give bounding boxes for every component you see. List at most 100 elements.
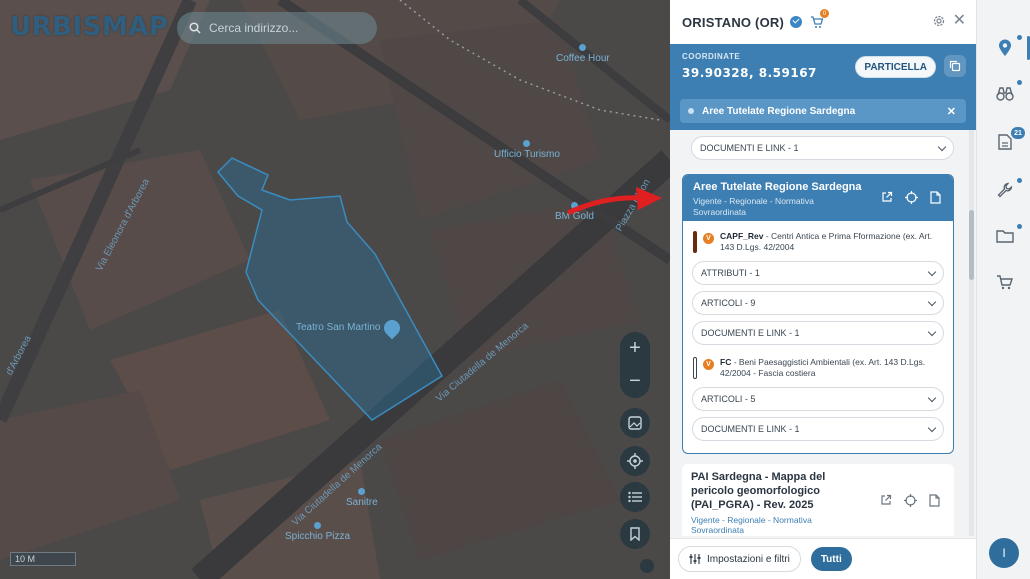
poi-label: Ufficio Turismo [494,149,560,160]
notification-dot [1017,80,1022,85]
external-link-icon[interactable] [880,494,892,506]
dropdown-label: DOCUMENTI E LINK - 1 [700,143,799,153]
basemap-button[interactable] [620,408,650,438]
poi-label: Spicchio Pizza [285,531,351,542]
panel-header: ORISTANO (OR) 0 ✕ [670,0,976,44]
crosshair-icon [627,453,643,469]
poi-marker-icon [579,44,587,51]
map-canvas[interactable]: URBISMAP Coffee Hour Ufficio Turismo BM … [0,0,670,579]
dropdown-documenti-link[interactable]: DOCUMENTI E LINK - 1 [692,321,944,345]
folder-button[interactable] [995,226,1015,246]
scrollbar-thumb[interactable] [969,210,974,280]
poi-label: Teatro San Martino [296,322,381,333]
copy-icon [949,60,961,72]
vigente-badge: V [703,233,714,244]
zoom-in-button[interactable]: + [620,332,650,365]
particella-button[interactable]: PARTICELLA [855,56,936,78]
tools-button[interactable] [995,180,1015,200]
dropdown-label: ATTRIBUTI - 1 [701,268,760,278]
copy-coordinates-button[interactable] [944,55,966,77]
poi-marker-icon [314,522,322,529]
panel-title: ORISTANO (OR) [682,14,785,30]
poi-teatro-san-martino[interactable]: Teatro San Martino [296,320,381,333]
external-link-icon[interactable] [881,191,893,203]
results-list[interactable]: DOCUMENTI E LINK - 1 Aree Tutelate Regio… [670,130,976,536]
tutti-button[interactable]: Tutti [810,547,852,571]
filter-chip[interactable]: Aree Tutelate Regione Sardegna ✕ [680,99,966,123]
info-panel: ORISTANO (OR) 0 ✕ COORDINATE 39.90328, 8… [670,0,976,579]
notification-dot [1017,178,1022,183]
scale-bar: 10 M [10,552,76,566]
user-avatar[interactable]: I [989,538,1019,568]
binoculars-button[interactable] [995,84,1015,104]
poi-label: Coffee Hour [556,53,610,64]
cart-button[interactable]: 0 [810,9,830,29]
zoom-out-button[interactable]: − [620,365,650,398]
dropdown-documenti-link[interactable]: DOCUMENTI E LINK - 1 [691,136,954,160]
document-icon[interactable] [929,494,940,507]
list-icon [628,491,642,503]
dropdown-label: ARTICOLI - 5 [701,394,756,404]
dropdown-documenti-link[interactable]: DOCUMENTI E LINK - 1 [692,417,944,441]
gear-icon[interactable] [932,14,946,28]
remove-filter-icon[interactable]: ✕ [947,105,956,118]
chevron-down-icon [937,142,947,151]
layer-description: FC - Beni Paesaggistici Ambientali (ex. … [720,357,940,379]
red-arrow-annotation [567,187,662,215]
notification-dot [1017,224,1022,229]
map-pin-button[interactable] [995,38,1015,58]
document-icon [998,134,1012,150]
chevron-down-icon [927,393,937,402]
search-icon [189,22,201,34]
layer-description: CAPF_Rev - Centri Antica e Prima Fformaz… [720,231,940,253]
bookmark-button[interactable] [620,519,650,549]
filter-chip-label: Aree Tutelate Regione Sardegna [702,105,856,117]
crosshair-icon[interactable] [905,191,918,204]
layer-card-header: Aree Tutelate Regione Sardegna Vigente -… [683,175,953,221]
map-settings-icon[interactable] [640,559,654,573]
cart-icon [997,275,1013,290]
chevron-down-icon [927,423,937,432]
dropdown-label: ARTICOLI - 9 [701,298,756,308]
map-pin-icon [999,39,1011,56]
layer-card-title: PAI Sardegna - Mappa del pericolo geomor… [691,471,826,511]
search-bar[interactable] [177,12,377,44]
dropdown-articoli[interactable]: ARTICOLI - 5 [692,387,944,411]
poi-label: Sanitre [346,497,378,508]
wrench-icon [997,182,1013,198]
close-icon[interactable]: ✕ [953,13,966,29]
layers-list-button[interactable] [620,482,650,512]
dropdown-label: DOCUMENTI E LINK - 1 [701,328,800,338]
coordinates-bar: COORDINATE 39.90328, 8.59167 PARTICELLA [670,44,976,94]
layer-code: FC [720,357,732,367]
chevron-down-icon [927,297,937,306]
chevron-down-icon [927,327,937,336]
verified-icon [790,16,803,28]
filter-dot-icon [688,108,694,114]
layer-color-swatch [693,357,697,379]
settings-filters-label: Impostazioni e filtri [707,553,790,565]
dropdown-attributi[interactable]: ATTRIBUTI - 1 [692,261,944,285]
document-icon[interactable] [930,191,941,204]
panel-footer: Impostazioni e filtri Tutti [670,538,976,579]
cart-rail-button[interactable] [995,272,1015,292]
scrollbar[interactable] [969,130,974,536]
layer-card-subtitle: Vigente - Regionale - Normativa Sovraord… [693,196,814,217]
right-toolbar: 21 I [976,0,1030,579]
search-input[interactable] [209,21,359,35]
folder-icon [996,230,1014,243]
layer-card-pai-sardegna[interactable]: PAI Sardegna - Mappa del pericolo geomor… [682,464,954,536]
bookmark-icon [630,527,640,541]
crosshair-icon[interactable] [904,494,917,507]
zoom-controls: + − [620,332,650,398]
chevron-down-icon [927,267,937,276]
notification-dot [1017,35,1022,40]
dropdown-articoli[interactable]: ARTICOLI - 9 [692,291,944,315]
poi-ufficio-turismo[interactable]: Ufficio Turismo [494,140,560,160]
locate-button[interactable] [620,446,650,476]
settings-filters-button[interactable]: Impostazioni e filtri [678,546,801,572]
urbismap-logo: URBISMAP [10,12,169,42]
layer-entry-capf: V CAPF_Rev - Centri Antica e Prima Fform… [683,231,953,253]
poi-sanitre[interactable]: Sanitre [346,488,378,508]
poi-coffee-hour[interactable]: Coffee Hour [556,44,610,64]
